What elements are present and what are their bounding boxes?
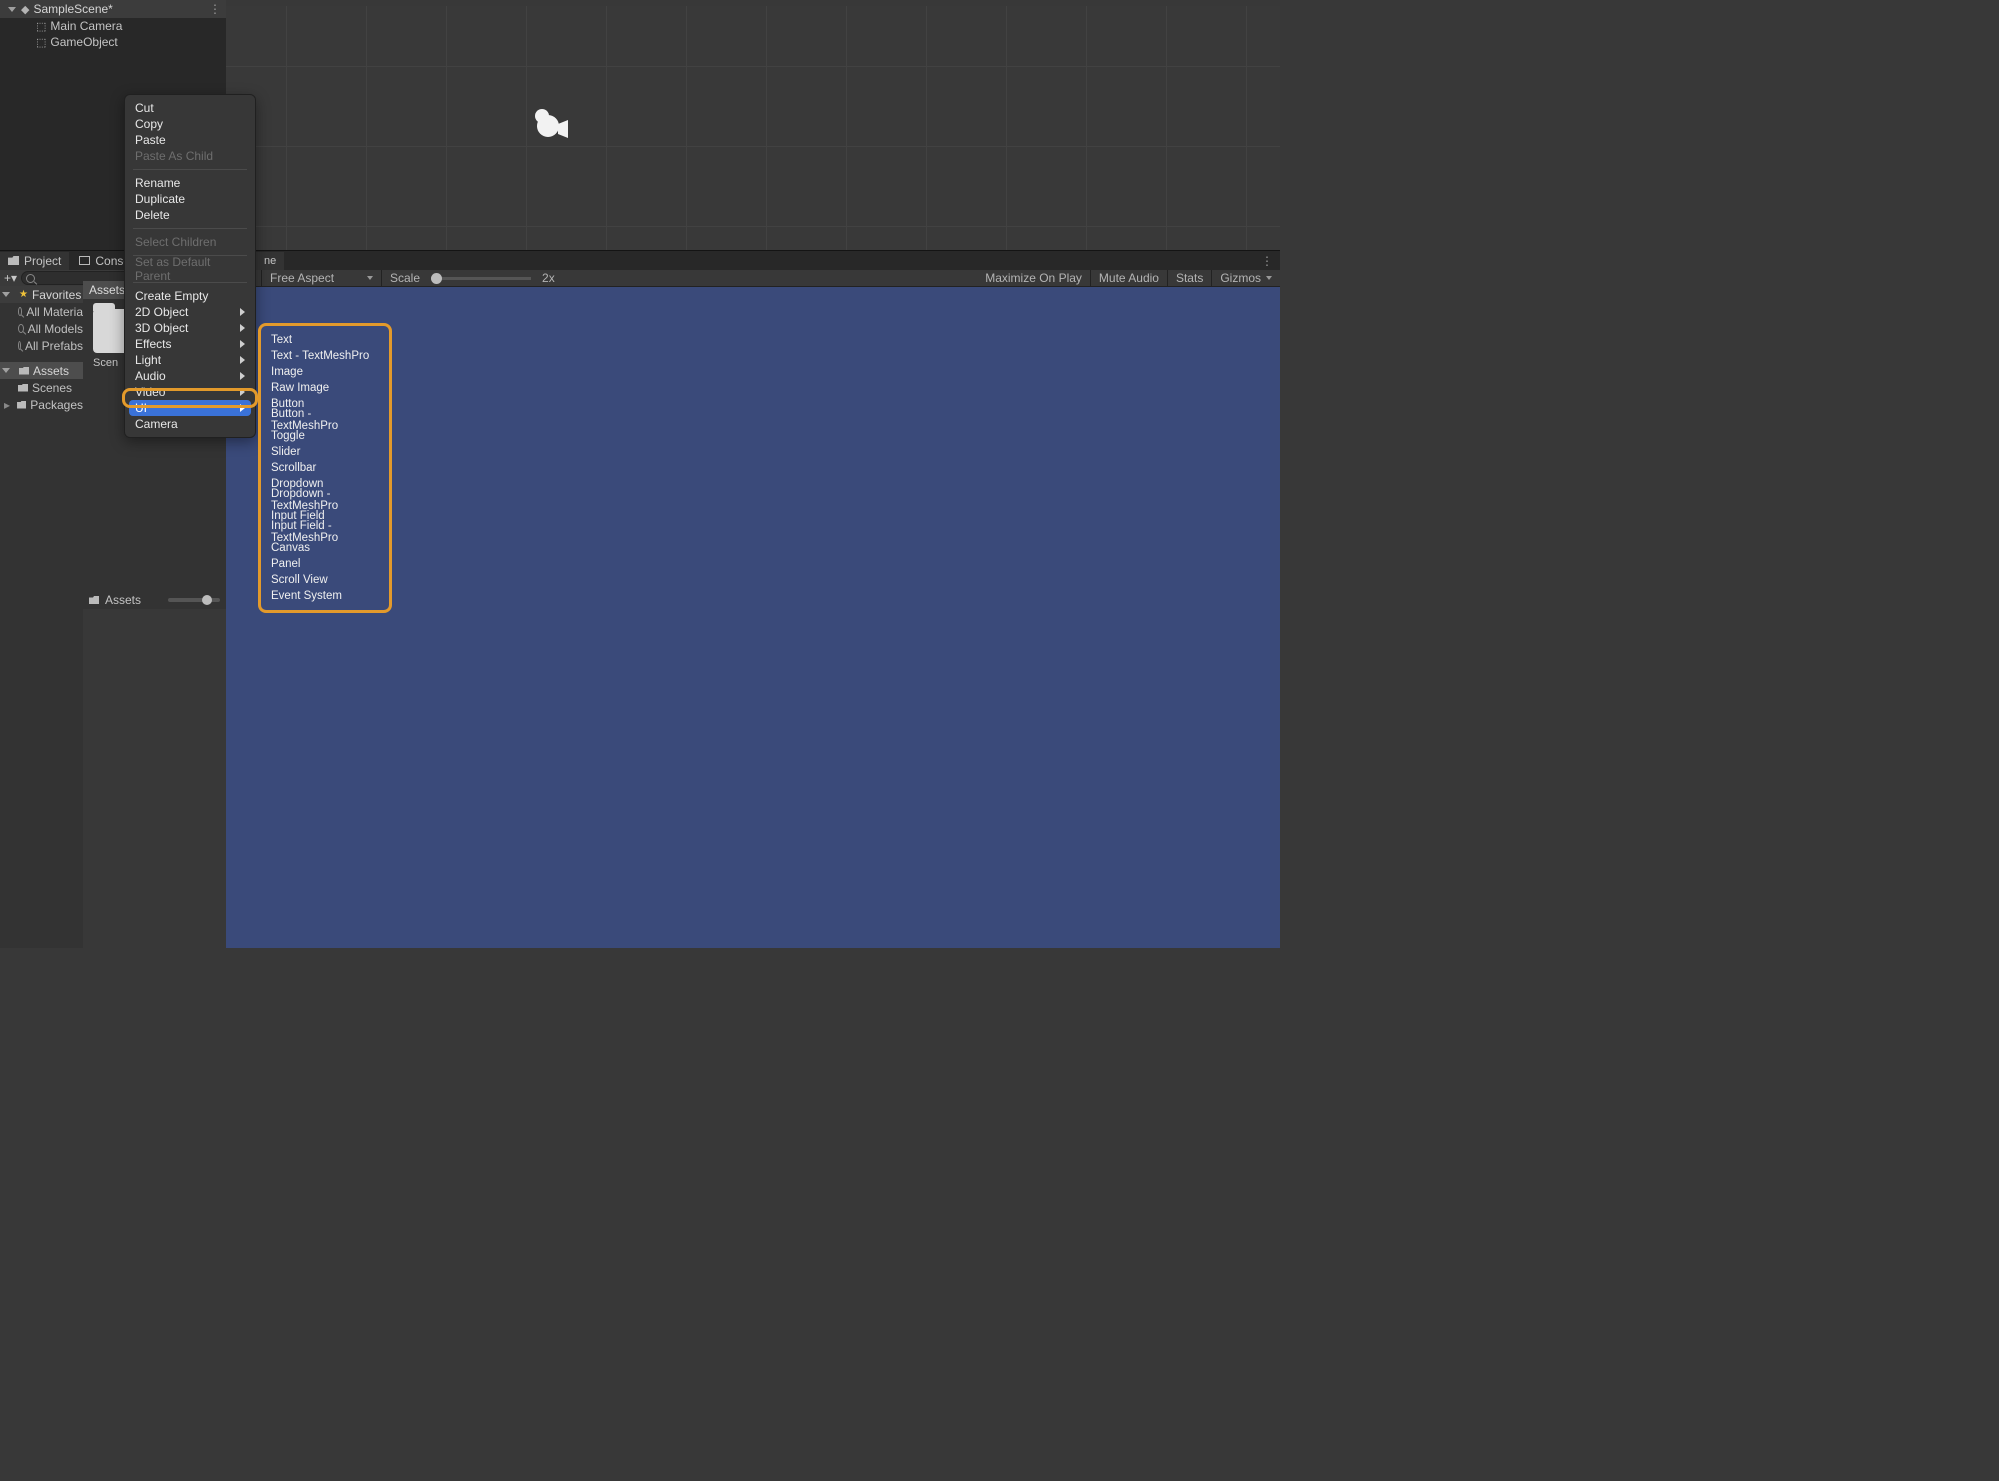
- assets-header[interactable]: Assets: [0, 362, 83, 379]
- mute-audio-toggle[interactable]: Mute Audio: [1091, 270, 1168, 287]
- ui-submenu-item-raw-image[interactable]: Raw Image: [269, 380, 381, 396]
- footer-path: Assets: [105, 593, 141, 607]
- hierarchy-item[interactable]: ⬚ Main Camera: [0, 18, 226, 34]
- folder-icon: [18, 384, 28, 392]
- project-tree: ★ Favorites All Materia All Models All P…: [0, 286, 83, 948]
- add-dropdown-button[interactable]: +▾: [4, 271, 17, 285]
- ctx-item-set-as-default-parent: Set as Default Parent: [125, 261, 255, 277]
- favorites-item[interactable]: All Prefabs: [0, 337, 83, 354]
- ctx-item-rename[interactable]: Rename: [125, 175, 255, 191]
- ctx-item-copy[interactable]: Copy: [125, 116, 255, 132]
- gameobject-cube-icon: ⬚: [36, 20, 46, 33]
- submenu-arrow-icon: [240, 324, 245, 332]
- assets-item[interactable]: Scenes: [0, 379, 83, 396]
- scale-control[interactable]: Scale 2x: [382, 270, 563, 287]
- ctx-item-3d-object[interactable]: 3D Object: [125, 320, 255, 336]
- game-tabbar: ne ⋮: [226, 250, 1280, 270]
- maximize-on-play-toggle[interactable]: Maximize On Play: [977, 270, 1091, 287]
- favorites-item[interactable]: All Materia: [0, 303, 83, 320]
- dropdown-arrow-icon: [1266, 276, 1272, 280]
- gizmos-dropdown[interactable]: Gizmos: [1212, 270, 1280, 287]
- hierarchy-scene-row[interactable]: ◆ SampleScene* ⋮: [0, 0, 226, 18]
- ctx-item-camera[interactable]: Camera: [125, 416, 255, 432]
- ctx-item-light[interactable]: Light: [125, 352, 255, 368]
- section-label: Favorites: [32, 288, 81, 302]
- scene-viewport[interactable]: [226, 0, 1280, 250]
- ui-submenu-item-event-system[interactable]: Event System: [269, 588, 381, 604]
- expand-triangle-icon: [2, 368, 10, 373]
- ctx-item-video[interactable]: Video: [125, 384, 255, 400]
- section-label: Assets: [33, 364, 69, 378]
- ui-submenu: TextText - TextMeshProImageRaw Image Butt…: [258, 323, 392, 613]
- hierarchy-item-label: GameObject: [50, 35, 117, 49]
- ui-submenu-item-text-textmeshpro[interactable]: Text - TextMeshPro: [269, 348, 381, 364]
- submenu-arrow-icon: [240, 372, 245, 380]
- favorites-item[interactable]: All Models: [0, 320, 83, 337]
- ctx-item-delete[interactable]: Delete: [125, 207, 255, 223]
- search-icon: [18, 341, 21, 350]
- ctx-item-2d-object[interactable]: 2D Object: [125, 304, 255, 320]
- section-label: Packages: [30, 398, 83, 412]
- ui-submenu-item-text[interactable]: Text: [269, 332, 381, 348]
- ui-submenu-item-scrollbar[interactable]: Scrollbar: [269, 460, 381, 476]
- folder-icon: [19, 367, 29, 375]
- folder-icon: [89, 596, 99, 604]
- console-icon: [79, 256, 90, 265]
- ctx-item-duplicate[interactable]: Duplicate: [125, 191, 255, 207]
- search-icon: [18, 307, 22, 316]
- ctx-item-effects[interactable]: Effects: [125, 336, 255, 352]
- ctx-item-ui[interactable]: UI: [129, 400, 251, 416]
- submenu-arrow-icon: [240, 388, 245, 396]
- unity-logo-icon: ◆: [21, 3, 29, 16]
- submenu-arrow-icon: [240, 308, 245, 316]
- search-icon: [26, 274, 35, 283]
- dropdown-arrow-icon: [367, 276, 373, 280]
- ui-submenu-item-image[interactable]: Image: [269, 364, 381, 380]
- scene-name: SampleScene*: [33, 2, 112, 16]
- ctx-item-create-empty[interactable]: Create Empty: [125, 288, 255, 304]
- ui-submenu-item-panel[interactable]: Panel: [269, 556, 381, 572]
- submenu-arrow-icon: [240, 340, 245, 348]
- tab-game[interactable]: ne: [256, 252, 284, 270]
- kebab-menu-icon[interactable]: ⋮: [209, 2, 222, 16]
- submenu-arrow-icon: [240, 356, 245, 364]
- ui-submenu-item-button-textmeshpro[interactable]: Button - TextMeshPro: [269, 412, 381, 428]
- tab-label: ne: [264, 255, 276, 267]
- packages-header[interactable]: ▸ Packages: [0, 396, 83, 413]
- aspect-dropdown[interactable]: Free Aspect: [262, 270, 382, 287]
- assets-footer: Assets: [83, 591, 226, 609]
- game-toolbar: 1 Free Aspect Scale 2x Maximize On Play …: [226, 270, 1280, 287]
- stats-toggle[interactable]: Stats: [1168, 270, 1212, 287]
- hierarchy-item-label: Main Camera: [50, 19, 122, 33]
- search-icon: [18, 324, 24, 333]
- submenu-arrow-icon: [240, 404, 245, 412]
- ui-submenu-item-dropdown-textmeshpro[interactable]: Dropdown - TextMeshPro: [269, 492, 381, 508]
- scale-slider[interactable]: [431, 277, 531, 280]
- hierarchy-context-menu: CutCopyPastePaste As Child RenameDuplicat…: [124, 94, 256, 438]
- favorites-header[interactable]: ★ Favorites: [0, 286, 83, 303]
- ctx-item-select-children: Select Children: [125, 234, 255, 250]
- tab-label: Project: [24, 254, 61, 268]
- kebab-menu-icon[interactable]: ⋮: [1255, 254, 1280, 268]
- ui-submenu-item-slider[interactable]: Slider: [269, 444, 381, 460]
- ctx-item-paste[interactable]: Paste: [125, 132, 255, 148]
- tab-project[interactable]: Project: [0, 252, 69, 270]
- folder-icon: [8, 256, 19, 265]
- expand-triangle-icon: [8, 7, 16, 12]
- ctx-item-cut[interactable]: Cut: [125, 100, 255, 116]
- gameobject-cube-icon: ⬚: [36, 36, 46, 49]
- expand-triangle-icon: [2, 292, 10, 297]
- ui-submenu-item-scroll-view[interactable]: Scroll View: [269, 572, 381, 588]
- ctx-item-paste-as-child: Paste As Child: [125, 148, 255, 164]
- folder-icon: [17, 401, 26, 409]
- ctx-item-audio[interactable]: Audio: [125, 368, 255, 384]
- ui-submenu-item-input-field-textmeshpro[interactable]: Input Field - TextMeshPro: [269, 524, 381, 540]
- star-icon: ★: [19, 289, 28, 300]
- thumb-size-slider[interactable]: [168, 598, 220, 602]
- camera-gizmo-icon: [528, 108, 572, 142]
- hierarchy-item[interactable]: ⬚ GameObject: [0, 34, 226, 50]
- scene-grid: [226, 6, 1280, 250]
